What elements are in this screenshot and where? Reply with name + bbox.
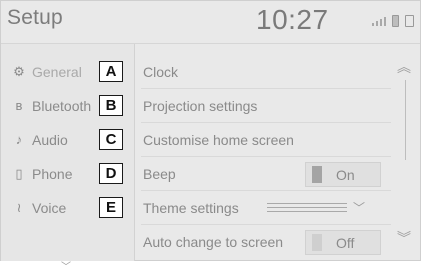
callout-letter: E — [99, 197, 123, 218]
page-title: Setup — [7, 6, 63, 29]
sidebar-item-label: Voice — [32, 200, 67, 216]
list-item-label: Beep — [143, 166, 176, 182]
list-item-label: Auto change to screen — [143, 234, 284, 250]
list-item-label: Customise home screen — [143, 132, 294, 148]
sidebar-item-bluetooth[interactable]: ʙ Bluetooth B — [1, 89, 134, 123]
beep-toggle[interactable]: On — [305, 162, 381, 187]
chevron-up-double-icon[interactable]: ︽ — [397, 57, 411, 77]
sidebar: ⚙ General A ʙ Bluetooth B ♪ Audio C ▯ Ph… — [1, 44, 134, 273]
sidebar-item-phone[interactable]: ▯ Phone D — [1, 157, 134, 191]
music-note-icon: ♪ — [15, 132, 23, 147]
toggle-knob — [312, 234, 322, 251]
voice-icon: ≀ — [16, 200, 22, 215]
list-item-theme-settings[interactable]: Theme settings ﹀ — [135, 191, 395, 225]
sidebar-item-label: Bluetooth — [32, 98, 92, 114]
sidebar-item-general[interactable]: ⚙ General A — [1, 55, 134, 89]
list-item-projection-settings[interactable]: Projection settings — [135, 89, 395, 123]
signal-icon — [372, 16, 386, 26]
sidebar-item-label: General — [32, 64, 82, 80]
setup-screen: Setup 10:27 ⚙ General A ʙ Bluetooth B ♪ … — [0, 0, 421, 273]
toggle-knob — [312, 166, 322, 183]
battery-icon — [392, 15, 399, 27]
sidebar-item-audio[interactable]: ♪ Audio C — [1, 123, 134, 157]
callout-letter: A — [99, 61, 123, 82]
list-item-beep[interactable]: Beep On — [135, 157, 395, 191]
callout-letter: B — [99, 95, 123, 116]
list-item-clock[interactable]: Clock — [135, 55, 395, 89]
chevron-down-icon[interactable]: ﹀ — [61, 258, 71, 273]
list-item-label: Projection settings — [143, 98, 258, 114]
list-item-auto-change-to-screen[interactable]: Auto change to screen Off — [135, 225, 395, 259]
toggle-value: On — [336, 167, 355, 183]
list-item-customise-home-screen[interactable]: Customise home screen — [135, 123, 395, 157]
sidebar-item-label: Phone — [32, 166, 73, 182]
clock-display: 10:27 — [256, 4, 329, 35]
auto-change-toggle[interactable]: Off — [305, 230, 381, 255]
phone-icon: ▯ — [15, 166, 23, 181]
status-bar — [372, 15, 414, 27]
scrollbar-track[interactable] — [405, 80, 406, 160]
chevron-down-icon[interactable]: ﹀ — [353, 199, 365, 216]
theme-preview-icon — [267, 200, 347, 216]
chevron-down-double-icon[interactable]: ︾ — [397, 228, 411, 248]
toggle-value: Off — [336, 235, 355, 251]
phone-status-icon — [405, 15, 414, 27]
list-item-label: Clock — [143, 64, 179, 80]
callout-letter: D — [99, 163, 123, 184]
gear-icon: ⚙ — [13, 64, 25, 79]
list-item-label: Theme settings — [143, 200, 239, 216]
sidebar-item-label: Audio — [32, 132, 68, 148]
sidebar-item-voice[interactable]: ≀ Voice E — [1, 191, 134, 225]
callout-letter: C — [99, 129, 123, 150]
bluetooth-icon: ʙ — [15, 98, 23, 113]
